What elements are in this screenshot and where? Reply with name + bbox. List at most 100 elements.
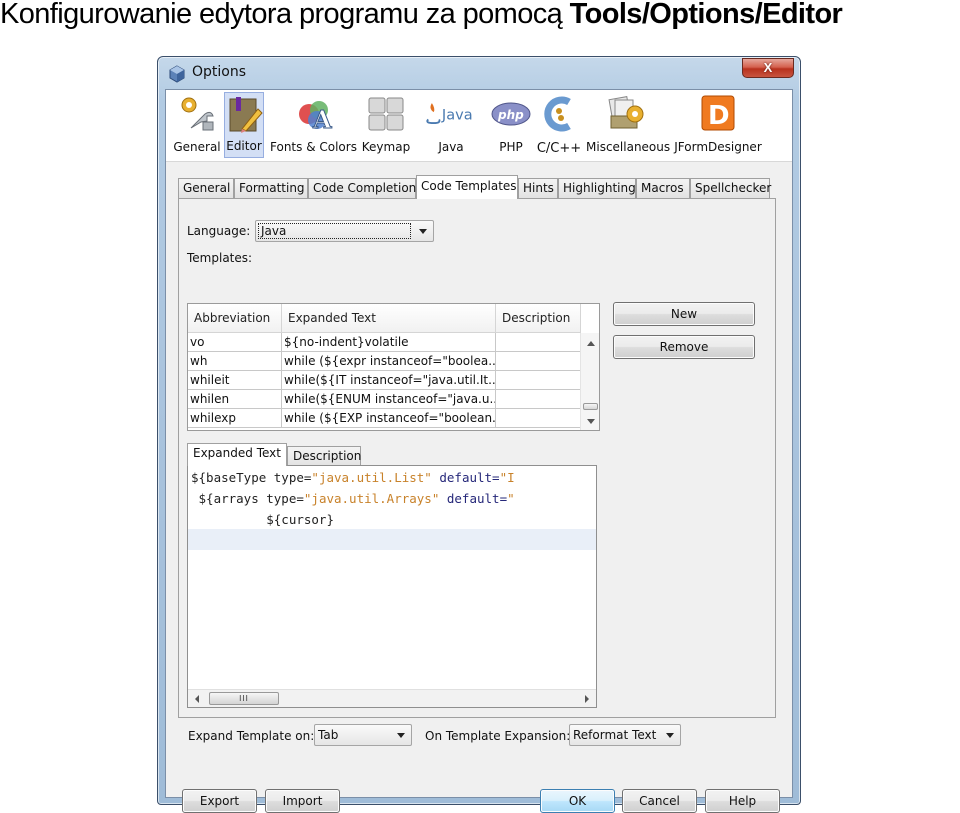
language-select[interactable]: Java <box>255 220 434 242</box>
new-button[interactable]: New <box>613 302 755 326</box>
column-header-abbreviation[interactable]: Abbreviation <box>188 304 282 333</box>
category-label: Keymap <box>361 140 411 154</box>
code-token: ${baseType type= <box>191 470 312 485</box>
chevron-down-icon <box>666 733 674 738</box>
on-template-expansion-select[interactable]: Reformat Text <box>569 724 681 746</box>
cell-abbreviation: whilexp <box>188 409 282 428</box>
close-button[interactable]: X <box>742 58 794 78</box>
code-token-string: "java.util.List" <box>311 470 432 485</box>
category-php[interactable]: php PHP <box>490 92 532 158</box>
netbeans-cube-icon <box>169 65 185 83</box>
on-template-expansion-value: Reformat Text <box>573 728 657 742</box>
scroll-down-icon[interactable] <box>587 419 595 424</box>
category-miscellaneous[interactable]: Miscellaneous <box>586 92 671 158</box>
cell-description <box>496 352 581 371</box>
table-row[interactable]: wh while (${expr instanceof="boolea... <box>188 352 581 371</box>
import-button[interactable]: Import <box>265 789 340 813</box>
help-button[interactable]: Help <box>705 789 780 813</box>
code-token-keyword: default= <box>431 470 500 485</box>
svg-text:A: A <box>312 105 332 134</box>
svg-text:php: php <box>497 108 524 122</box>
cell-expanded-text: while (${expr instanceof="boolea... <box>282 352 496 371</box>
cpp-icon <box>544 96 571 132</box>
code-token-string: " <box>507 491 515 506</box>
cell-description <box>496 333 581 352</box>
code-templates-panel: Language: Java Templates: Abbreviation E… <box>178 198 776 718</box>
jformdesigner-icon: D <box>701 95 735 131</box>
title-bar[interactable]: Options X <box>158 57 800 89</box>
tab-macros[interactable]: Macros <box>636 178 690 198</box>
scroll-right-icon[interactable] <box>585 695 589 703</box>
category-general[interactable]: General <box>172 92 222 158</box>
cell-description <box>496 390 581 409</box>
code-token-string: "I <box>499 470 515 485</box>
category-cpp[interactable]: C/C++ <box>536 92 582 158</box>
language-value: Java <box>258 223 411 239</box>
templates-table[interactable]: Abbreviation Expanded Text Description v… <box>187 303 600 431</box>
cancel-button[interactable]: Cancel <box>622 789 697 813</box>
expanded-text-editor[interactable]: ${baseType type="java.util.List" default… <box>187 465 597 708</box>
svg-text:D: D <box>708 101 730 131</box>
category-toolbar: General Editor A Fonts & Colors Keymap J… <box>166 90 792 162</box>
table-row[interactable]: vo ${no-indent}volatile <box>188 333 581 352</box>
category-java[interactable]: Java Java <box>418 92 484 158</box>
tab-formatting[interactable]: Formatting <box>234 178 308 198</box>
subtab-description[interactable]: Description <box>287 446 361 466</box>
php-icon: php <box>491 102 531 126</box>
table-row[interactable]: whileit while(${IT instanceof="java.util… <box>188 371 581 390</box>
tab-code-completion[interactable]: Code Completion <box>308 178 416 198</box>
category-label: JFormDesigner <box>674 140 762 154</box>
table-row[interactable]: whilexp while (${EXP instanceof="boolean… <box>188 409 581 428</box>
tab-hints[interactable]: Hints <box>518 178 558 198</box>
keymap-icon <box>368 97 404 131</box>
editor-horizontal-scrollbar[interactable]: III <box>188 689 596 707</box>
table-row[interactable]: whilen while(${ENUM instanceof="java.u..… <box>188 390 581 409</box>
slide-title-text: Konfigurowanie edytora programu za pomoc… <box>0 0 570 30</box>
cell-description <box>496 409 581 428</box>
current-line-highlight <box>188 529 596 550</box>
expand-template-on-value: Tab <box>318 728 339 742</box>
new-button-label: New <box>670 307 698 321</box>
expand-template-on-label: Expand Template on: <box>188 729 315 743</box>
on-template-expansion-label: On Template Expansion: <box>425 729 571 743</box>
scroll-up-icon[interactable] <box>587 341 595 346</box>
subtab-expanded-text[interactable]: Expanded Text <box>187 443 287 466</box>
general-settings-icon <box>181 97 214 131</box>
language-label: Language: <box>187 224 251 238</box>
scroll-thumb[interactable] <box>583 403 598 410</box>
category-label: Miscellaneous <box>586 140 671 154</box>
cell-description <box>496 371 581 390</box>
code-line: ${baseType type="java.util.List" default… <box>191 467 515 488</box>
table-vertical-scrollbar[interactable] <box>580 333 599 430</box>
options-window: Options X General Editor A Fonts & Color… <box>157 56 801 813</box>
remove-button[interactable]: Remove <box>613 335 755 359</box>
slide-title-bold: Tools/Options/Editor <box>569 0 843 30</box>
templates-label: Templates: <box>187 251 253 265</box>
cell-abbreviation: wh <box>188 352 282 371</box>
code-token: ${cursor} <box>191 512 334 527</box>
code-token-keyword: default= <box>439 491 508 506</box>
category-jformdesigner[interactable]: D JFormDesigner <box>672 92 764 158</box>
cell-expanded-text: ${no-indent}volatile <box>282 333 496 352</box>
category-fonts-colors[interactable]: A Fonts & Colors <box>270 92 357 158</box>
window-title: Options <box>192 64 247 80</box>
cell-expanded-text: while(${IT instanceof="java.util.It... <box>282 371 496 390</box>
tab-spellchecker[interactable]: Spellchecker <box>690 178 771 198</box>
category-label: Fonts & Colors <box>270 140 357 154</box>
code-line: ${cursor} <box>191 509 334 530</box>
miscellaneous-icon <box>608 96 644 129</box>
column-header-expanded-text[interactable]: Expanded Text <box>282 304 496 333</box>
tab-code-templates[interactable]: Code Templates <box>416 175 518 199</box>
scroll-thumb[interactable]: III <box>209 692 279 705</box>
tab-highlighting[interactable]: Highlighting <box>558 178 636 198</box>
cell-abbreviation: whilen <box>188 390 282 409</box>
column-header-description[interactable]: Description <box>496 304 581 333</box>
scroll-left-icon[interactable] <box>195 695 199 703</box>
export-button[interactable]: Export <box>182 789 257 813</box>
category-editor[interactable]: Editor <box>224 92 264 158</box>
expand-template-on-select[interactable]: Tab <box>314 724 412 746</box>
cell-abbreviation: whileit <box>188 371 282 390</box>
ok-button[interactable]: OK <box>540 789 615 813</box>
category-keymap[interactable]: Keymap <box>360 92 412 158</box>
tab-general[interactable]: General <box>178 178 234 198</box>
